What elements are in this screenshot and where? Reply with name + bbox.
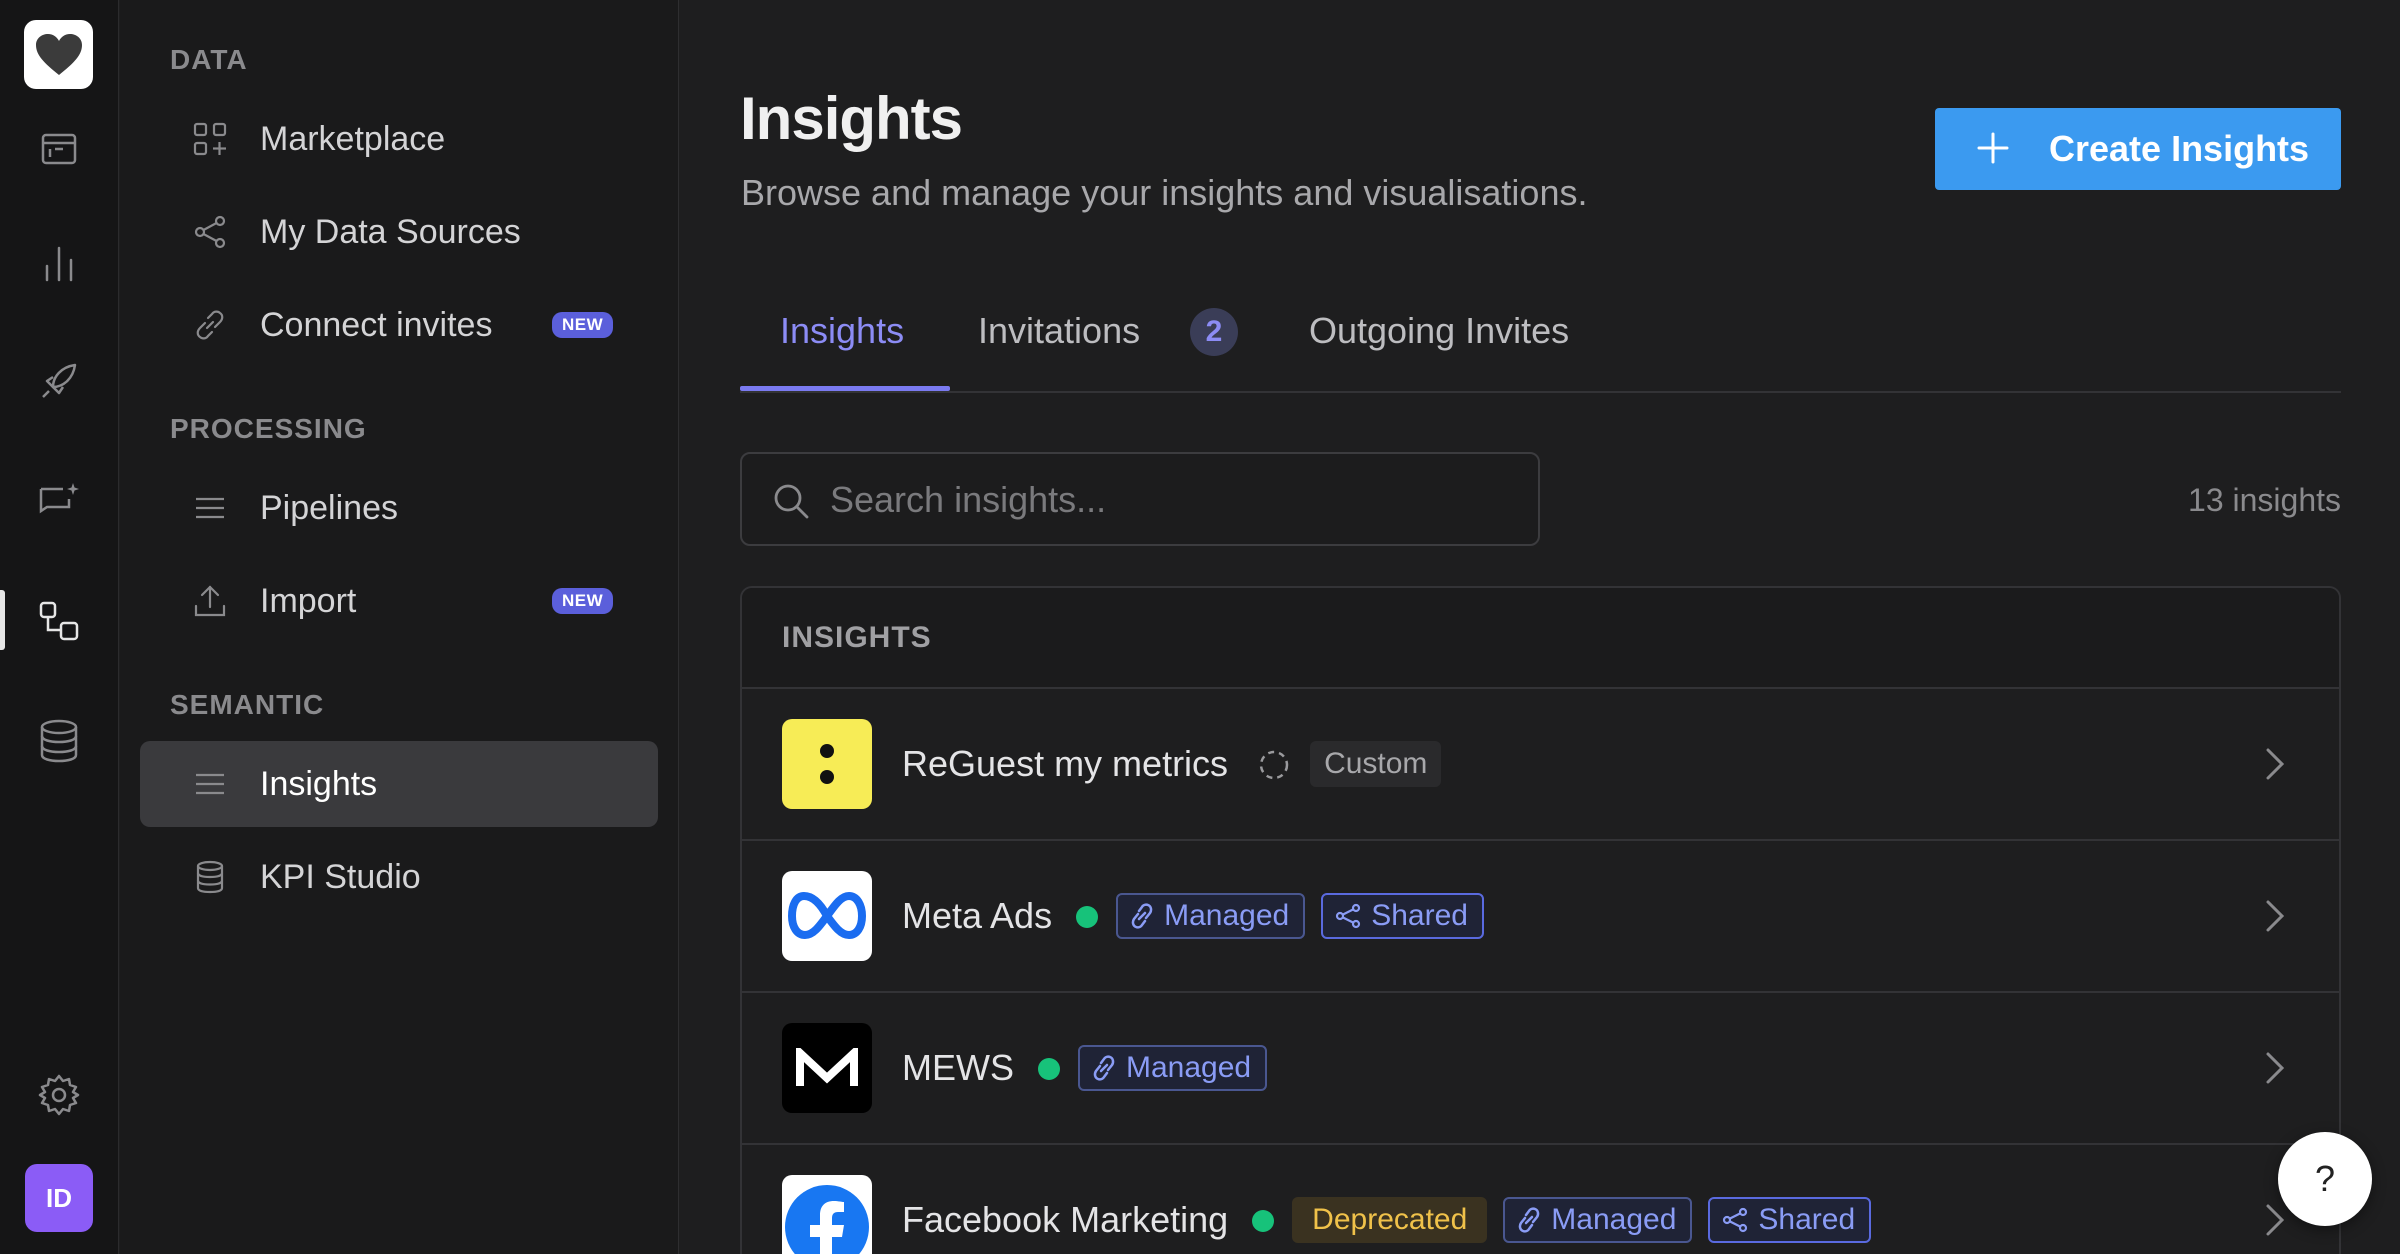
page-title: Insights — [740, 85, 963, 152]
lines-icon — [190, 764, 230, 804]
insights-list: INSIGHTS ReGuest my metrics Custom Meta … — [740, 586, 2341, 1254]
list-item[interactable]: ReGuest my metrics Custom — [742, 689, 2339, 841]
link-icon — [190, 305, 230, 345]
chevron-right-icon — [2266, 1052, 2285, 1084]
link-icon — [1093, 1055, 1115, 1081]
status-dot — [1252, 1210, 1275, 1232]
icon-rail: ID — [0, 0, 119, 1254]
list-header: INSIGHTS — [742, 588, 2339, 689]
status-dot — [1076, 906, 1099, 928]
search-icon — [774, 484, 809, 519]
sidebar-item-label: My Data Sources — [260, 212, 521, 251]
sidebar-item-my-data-sources[interactable]: My Data Sources — [140, 189, 658, 275]
app-root: ID DATA Marketplace My Data Sources Conn… — [0, 0, 2400, 1254]
facebook-logo-icon — [782, 1175, 872, 1254]
gear-icon[interactable] — [34, 1070, 84, 1120]
share-nodes-icon — [190, 212, 230, 252]
sidebar: DATA Marketplace My Data Sources Connect… — [120, 0, 679, 1254]
custom-tag: Custom — [1310, 741, 1442, 787]
link-icon — [1518, 1207, 1540, 1233]
sidebar-item-label: Connect invites — [260, 305, 493, 344]
tag-label: Shared — [1371, 899, 1468, 932]
heart-logo-icon[interactable] — [24, 20, 93, 89]
database-icon[interactable] — [34, 716, 84, 766]
page-subtitle: Browse and manage your insights and visu… — [741, 172, 1588, 213]
sidebar-item-label: Insights — [260, 764, 378, 803]
chevron-right-icon — [2266, 900, 2285, 932]
loading-spinner-icon — [1259, 750, 1289, 780]
create-insights-button[interactable]: Create Insights — [1935, 108, 2341, 190]
lines-icon — [190, 488, 230, 528]
tag-label: Shared — [1758, 1203, 1856, 1236]
chevron-right-icon — [2266, 748, 2285, 780]
share-nodes-icon — [1336, 903, 1361, 929]
help-button[interactable]: ? — [2278, 1132, 2372, 1226]
main-content: Insights Browse and manage your insights… — [680, 0, 2400, 1254]
upload-icon — [190, 581, 230, 621]
reguest-logo-icon — [782, 719, 872, 809]
tab-active-underline — [740, 386, 950, 391]
share-nodes-icon — [1723, 1207, 1748, 1233]
sidebar-item-marketplace[interactable]: Marketplace — [140, 96, 658, 182]
sidebar-item-insights[interactable]: Insights — [140, 741, 658, 827]
tag-label: Managed — [1164, 899, 1290, 932]
insight-name: MEWS — [902, 1047, 1014, 1088]
invitations-count-badge: 2 — [1190, 308, 1238, 356]
section-semantic-heading: SEMANTIC — [170, 689, 325, 720]
tag-label: Managed — [1551, 1203, 1677, 1236]
database-icon — [190, 857, 230, 897]
list-item[interactable]: Facebook Marketing Deprecated Managed Sh… — [742, 1145, 2339, 1254]
avatar[interactable]: ID — [25, 1164, 93, 1232]
tab-outgoing-invites[interactable]: Outgoing Invites — [1309, 310, 1569, 352]
new-badge: NEW — [552, 588, 614, 614]
rocket-icon[interactable] — [34, 356, 84, 406]
managed-tag: Managed — [1116, 893, 1306, 939]
insight-name: Facebook Marketing — [902, 1199, 1229, 1240]
rail-active-indicator — [0, 590, 5, 650]
sidebar-item-label: KPI Studio — [260, 857, 421, 896]
shared-tag: Shared — [1321, 893, 1484, 939]
deprecated-tag: Deprecated — [1292, 1197, 1488, 1243]
section-processing-heading: PROCESSING — [170, 413, 367, 444]
search-box — [740, 452, 1540, 546]
status-dot — [1038, 1058, 1060, 1080]
browser-window-icon[interactable] — [34, 124, 84, 174]
tab-bar: Insights Invitations 2 Outgoing Invites — [740, 260, 2341, 393]
new-badge: NEW — [552, 312, 614, 338]
list-item[interactable]: MEWS Managed — [742, 993, 2339, 1145]
link-icon — [1131, 903, 1153, 929]
sidebar-item-import[interactable]: Import NEW — [140, 558, 658, 644]
sidebar-item-connect-invites[interactable]: Connect invites NEW — [140, 282, 658, 368]
tag-label: Managed — [1126, 1051, 1252, 1084]
grid-plus-icon — [190, 119, 230, 159]
chevron-right-icon — [2266, 1204, 2285, 1236]
section-data-heading: DATA — [170, 44, 248, 75]
create-insights-label: Create Insights — [2049, 128, 2310, 169]
sidebar-item-label: Marketplace — [260, 119, 446, 158]
sidebar-item-pipelines[interactable]: Pipelines — [140, 465, 658, 551]
bar-chart-icon[interactable] — [34, 238, 84, 288]
sidebar-item-label: Pipelines — [260, 488, 398, 527]
sidebar-item-kpi-studio[interactable]: KPI Studio — [140, 834, 658, 920]
managed-tag: Managed — [1078, 1045, 1268, 1091]
mews-logo-icon — [782, 1023, 872, 1113]
tab-invitations[interactable]: Invitations — [978, 310, 1140, 352]
list-item[interactable]: Meta Ads Managed Shared — [742, 841, 2339, 993]
insight-name: ReGuest my metrics — [902, 743, 1229, 784]
tab-insights[interactable]: Insights — [780, 310, 904, 352]
insight-name: Meta Ads — [902, 895, 1053, 936]
meta-logo-icon — [782, 871, 872, 961]
connections-icon[interactable] — [34, 596, 84, 646]
chat-sparkle-icon[interactable] — [34, 476, 84, 526]
insights-count: 13 insights — [2188, 482, 2341, 518]
sidebar-item-label: Import — [260, 581, 357, 620]
plus-icon — [1977, 132, 2009, 164]
managed-tag: Managed — [1503, 1197, 1693, 1243]
shared-tag: Shared — [1708, 1197, 1872, 1243]
search-input[interactable] — [830, 472, 1510, 528]
